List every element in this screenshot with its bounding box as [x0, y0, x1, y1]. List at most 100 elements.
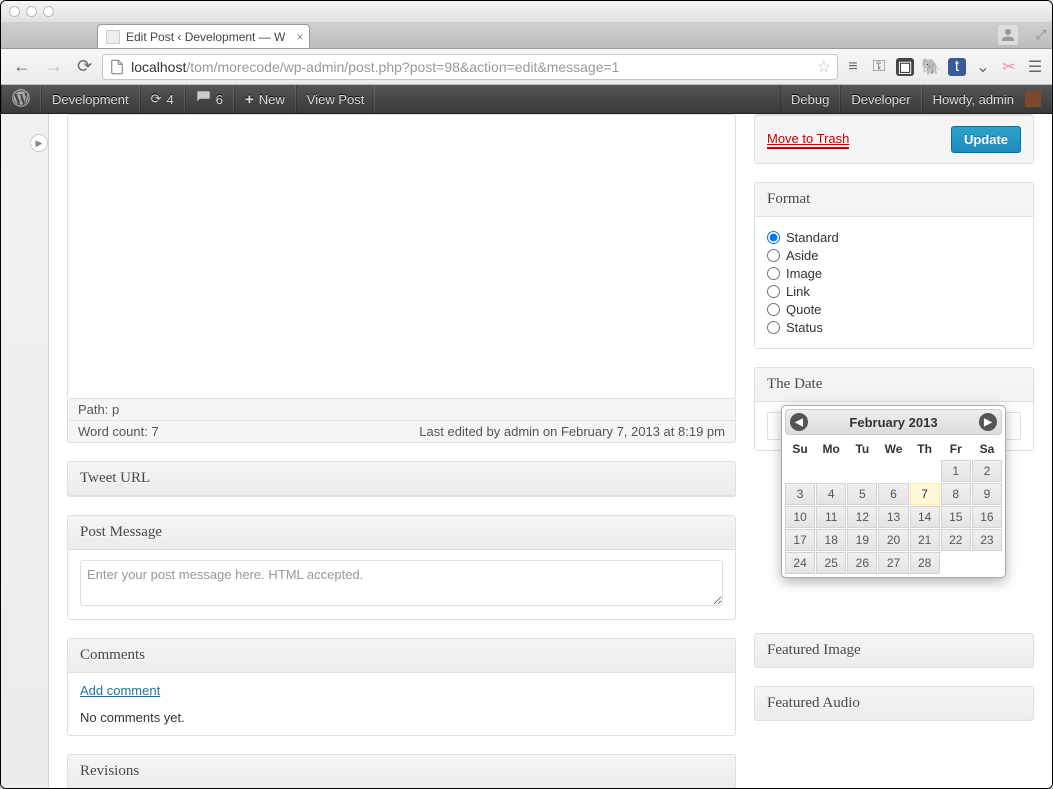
format-radio[interactable] — [767, 249, 780, 262]
comments-title[interactable]: Comments — [68, 639, 735, 673]
datepicker-day[interactable]: 11 — [816, 506, 846, 528]
forward-button[interactable]: → — [41, 56, 67, 77]
chrome-profile-icon[interactable] — [998, 25, 1018, 45]
post-message-textarea[interactable] — [80, 560, 723, 606]
window-expand-icon[interactable]: ⤢ — [1036, 27, 1046, 43]
format-option-standard[interactable]: Standard — [767, 230, 1021, 245]
reload-button[interactable]: ⟳ — [73, 56, 96, 77]
comments-menu[interactable]: 6 — [185, 85, 234, 113]
comment-bubble-icon — [196, 90, 211, 108]
datepicker-day[interactable]: 8 — [941, 483, 971, 505]
datepicker-day[interactable]: 13 — [878, 506, 908, 528]
datepicker-day[interactable]: 1 — [941, 460, 971, 482]
format-radio[interactable] — [767, 285, 780, 298]
url-host: localhost — [131, 59, 186, 75]
datepicker-day[interactable]: 21 — [910, 529, 940, 551]
mac-titlebar — [1, 1, 1052, 23]
new-content-menu[interactable]: +New — [234, 85, 296, 113]
format-radio[interactable] — [767, 267, 780, 280]
buffer-icon[interactable]: ≡ — [844, 58, 862, 76]
format-option-aside[interactable]: Aside — [767, 248, 1021, 263]
datepicker-day[interactable]: 7 — [910, 483, 940, 505]
debug-menu[interactable]: Debug — [780, 85, 840, 113]
back-button[interactable]: ← — [9, 56, 35, 77]
datepicker-day[interactable]: 6 — [878, 483, 908, 505]
publish-box: Move to Trash Update — [754, 114, 1034, 164]
scissors-icon[interactable]: ✂ — [1000, 58, 1018, 76]
updates-menu[interactable]: ⟳4 — [140, 85, 185, 113]
url-bar[interactable]: localhost/tom/morecode/wp-admin/post.php… — [102, 54, 838, 80]
datepicker-day[interactable]: 23 — [972, 529, 1002, 551]
content-editor[interactable] — [67, 114, 736, 399]
datepicker-day[interactable]: 9 — [972, 483, 1002, 505]
datepicker-day[interactable]: 25 — [816, 552, 846, 574]
datepicker-day[interactable]: 5 — [847, 483, 877, 505]
datepicker-day[interactable]: 28 — [910, 552, 940, 574]
datepicker-day[interactable]: 20 — [878, 529, 908, 551]
format-option-quote[interactable]: Quote — [767, 302, 1021, 317]
browser-tabstrip: Edit Post ‹ Development — W × ⤢ — [1, 23, 1052, 49]
featured-image-box: Featured Image — [754, 633, 1034, 668]
mac-close-dot[interactable] — [9, 6, 20, 17]
datepicker-day[interactable]: 22 — [941, 529, 971, 551]
datepicker-dow: Sa — [972, 439, 1002, 459]
datepicker-popup: ◀ February 2013 ▶ SuMoTuWeThFrSa12345678… — [781, 405, 1006, 578]
datepicker-day[interactable]: 14 — [910, 506, 940, 528]
format-option-status[interactable]: Status — [767, 320, 1021, 335]
key-icon[interactable]: ⚿ — [870, 58, 888, 76]
datepicker-day[interactable]: 18 — [816, 529, 846, 551]
mac-min-dot[interactable] — [26, 6, 37, 17]
evernote-icon[interactable]: 🐘 — [922, 58, 940, 76]
datepicker-day[interactable]: 3 — [785, 483, 815, 505]
tab-close-icon[interactable]: × — [296, 30, 303, 44]
featured-image-title[interactable]: Featured Image — [755, 634, 1033, 667]
datepicker-day[interactable]: 26 — [847, 552, 877, 574]
expand-sidebar-icon[interactable]: ▶ — [30, 134, 48, 152]
format-option-image[interactable]: Image — [767, 266, 1021, 281]
bookmark-star-icon[interactable]: ☆ — [817, 57, 831, 77]
tumblr-icon[interactable]: t — [948, 58, 966, 76]
last-edited: Last edited by admin on February 7, 2013… — [419, 424, 725, 439]
format-option-link[interactable]: Link — [767, 284, 1021, 299]
datepicker-day[interactable]: 15 — [941, 506, 971, 528]
add-comment-link[interactable]: Add comment — [80, 683, 723, 698]
datepicker-day[interactable]: 19 — [847, 529, 877, 551]
datepicker-dow: Mo — [816, 439, 846, 459]
developer-menu[interactable]: Developer — [840, 85, 921, 113]
format-radio[interactable] — [767, 303, 780, 316]
move-to-trash-link[interactable]: Move to Trash — [767, 131, 849, 149]
tweet-url-title[interactable]: Tweet URL — [68, 462, 735, 496]
format-box: Format Standard Aside Image Link Quote Status — [754, 182, 1034, 349]
pocket-icon[interactable]: ⌄ — [974, 58, 992, 76]
comments-metabox: Comments Add comment No comments yet. — [67, 638, 736, 736]
menu-icon[interactable]: ☰ — [1026, 58, 1044, 76]
datepicker-day[interactable]: 17 — [785, 529, 815, 551]
featured-audio-title[interactable]: Featured Audio — [755, 687, 1033, 720]
view-post-link[interactable]: View Post — [296, 85, 376, 113]
datepicker-day[interactable]: 27 — [878, 552, 908, 574]
format-title[interactable]: Format — [755, 183, 1033, 217]
mac-max-dot[interactable] — [43, 6, 54, 17]
site-name-menu[interactable]: Development — [41, 85, 140, 113]
account-menu[interactable]: Howdy, admin — [922, 85, 1052, 113]
datepicker-day[interactable]: 2 — [972, 460, 1002, 482]
format-radio[interactable] — [767, 321, 780, 334]
datepicker-dow: Tu — [847, 439, 877, 459]
datepicker-day[interactable]: 4 — [816, 483, 846, 505]
format-radio[interactable] — [767, 231, 780, 244]
datepicker-day[interactable]: 10 — [785, 506, 815, 528]
revisions-title[interactable]: Revisions — [68, 755, 735, 788]
datepicker-day[interactable]: 24 — [785, 552, 815, 574]
datepicker-prev-icon[interactable]: ◀ — [790, 413, 808, 431]
tab-favicon — [106, 30, 120, 44]
update-button[interactable]: Update — [951, 126, 1021, 153]
the-date-title[interactable]: The Date — [755, 368, 1033, 402]
post-message-title[interactable]: Post Message — [68, 516, 735, 550]
toggl-icon[interactable]: ▣ — [896, 58, 914, 76]
datepicker-next-icon[interactable]: ▶ — [979, 413, 997, 431]
datepicker-day[interactable]: 12 — [847, 506, 877, 528]
page-icon — [109, 59, 125, 75]
wp-logo[interactable] — [1, 85, 41, 113]
browser-tab[interactable]: Edit Post ‹ Development — W × — [97, 24, 310, 48]
datepicker-day[interactable]: 16 — [972, 506, 1002, 528]
